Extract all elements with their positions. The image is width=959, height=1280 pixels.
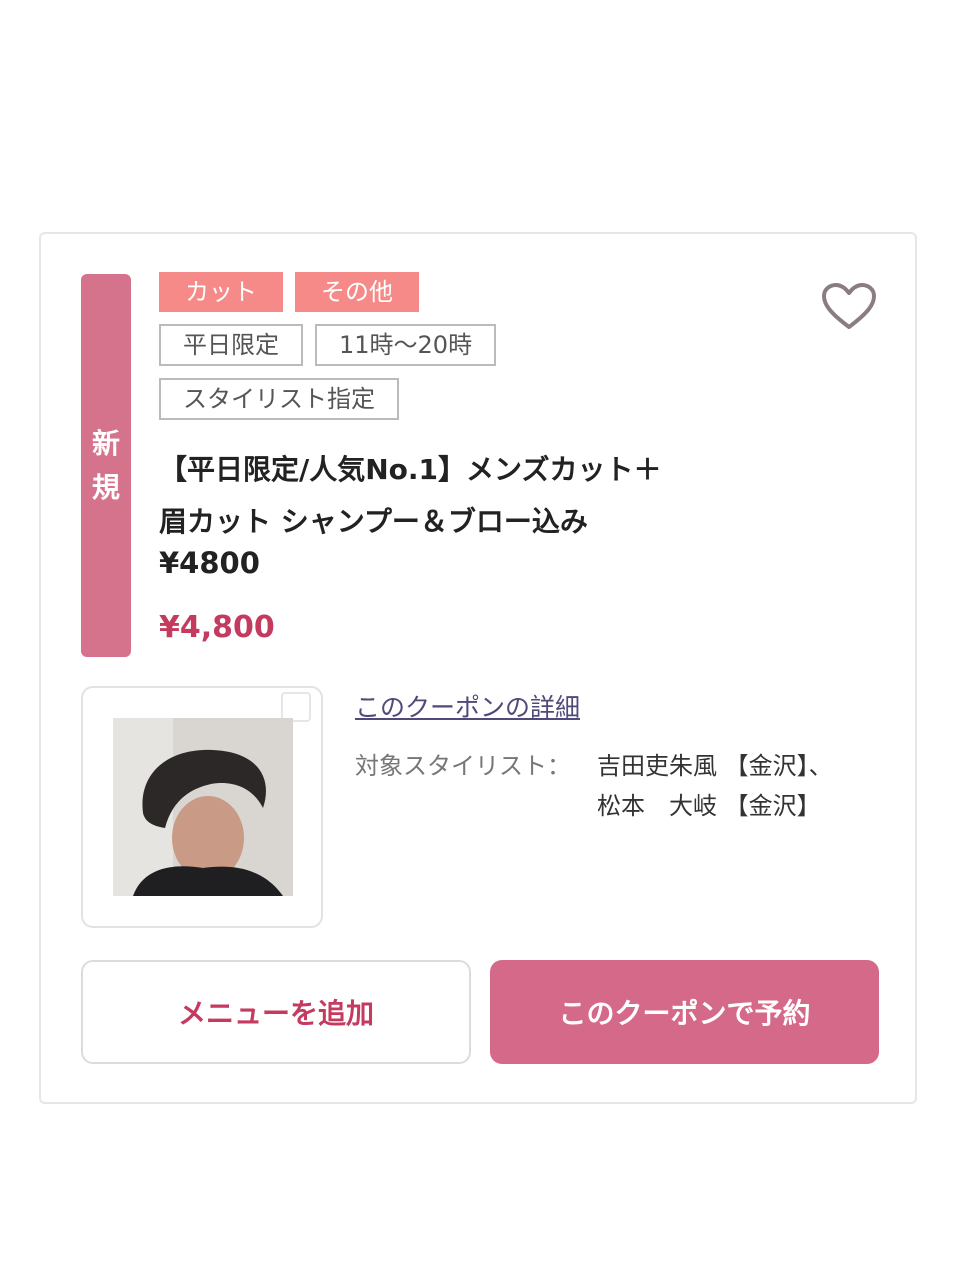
stylist-name-2: 松本 大岐 【金沢】 xyxy=(597,792,821,820)
condition-tags: 平日限定 11時〜20時 xyxy=(159,324,497,366)
tag-time-range: 11時〜20時 xyxy=(315,324,497,366)
coupon-detail-link[interactable]: このクーポンの詳細 xyxy=(355,688,580,724)
coupon-price: ¥4,800 xyxy=(159,610,275,645)
heart-icon[interactable] xyxy=(821,282,877,332)
tag-other: その他 xyxy=(295,272,419,312)
stylist-name-1: 吉田吏朱風 【金沢】、 xyxy=(597,752,833,780)
tag-stylist-designation: スタイリスト指定 xyxy=(159,378,399,420)
new-badge-char-1: 新 xyxy=(91,426,120,460)
coupon-title-line-2: 眉カット シャンプー＆ブロー込み xyxy=(159,505,588,538)
coupon-title-line-1: 【平日限定/人気No.1】メンズカット＋ xyxy=(159,453,662,486)
new-badge-char-2: 規 xyxy=(91,470,120,504)
add-menu-button[interactable]: メニューを追加 xyxy=(81,960,471,1064)
stylist-tags: スタイリスト指定 xyxy=(159,378,399,420)
coupon-card: 新 規 カット その他 平日限定 11時〜20時 スタイリスト指定 【平日限定/… xyxy=(39,232,917,1104)
target-stylist-names: 吉田吏朱風 【金沢】、 松本 大岐 【金沢】 xyxy=(597,746,833,826)
stylist-photo xyxy=(113,718,293,896)
stylist-photo-frame xyxy=(81,686,323,928)
category-tags: カット その他 xyxy=(159,272,419,312)
target-stylist-label: 対象スタイリスト： xyxy=(355,752,571,780)
title-price: ¥4800 xyxy=(159,546,260,580)
coupon-title: 【平日限定/人気No.1】メンズカット＋ 眉カット シャンプー＆ブロー込み xyxy=(159,444,799,548)
tag-weekday-only: 平日限定 xyxy=(159,324,303,366)
tag-cut: カット xyxy=(159,272,283,312)
reserve-with-coupon-button[interactable]: このクーポンで予約 xyxy=(490,960,879,1064)
new-badge: 新 規 xyxy=(81,274,131,657)
